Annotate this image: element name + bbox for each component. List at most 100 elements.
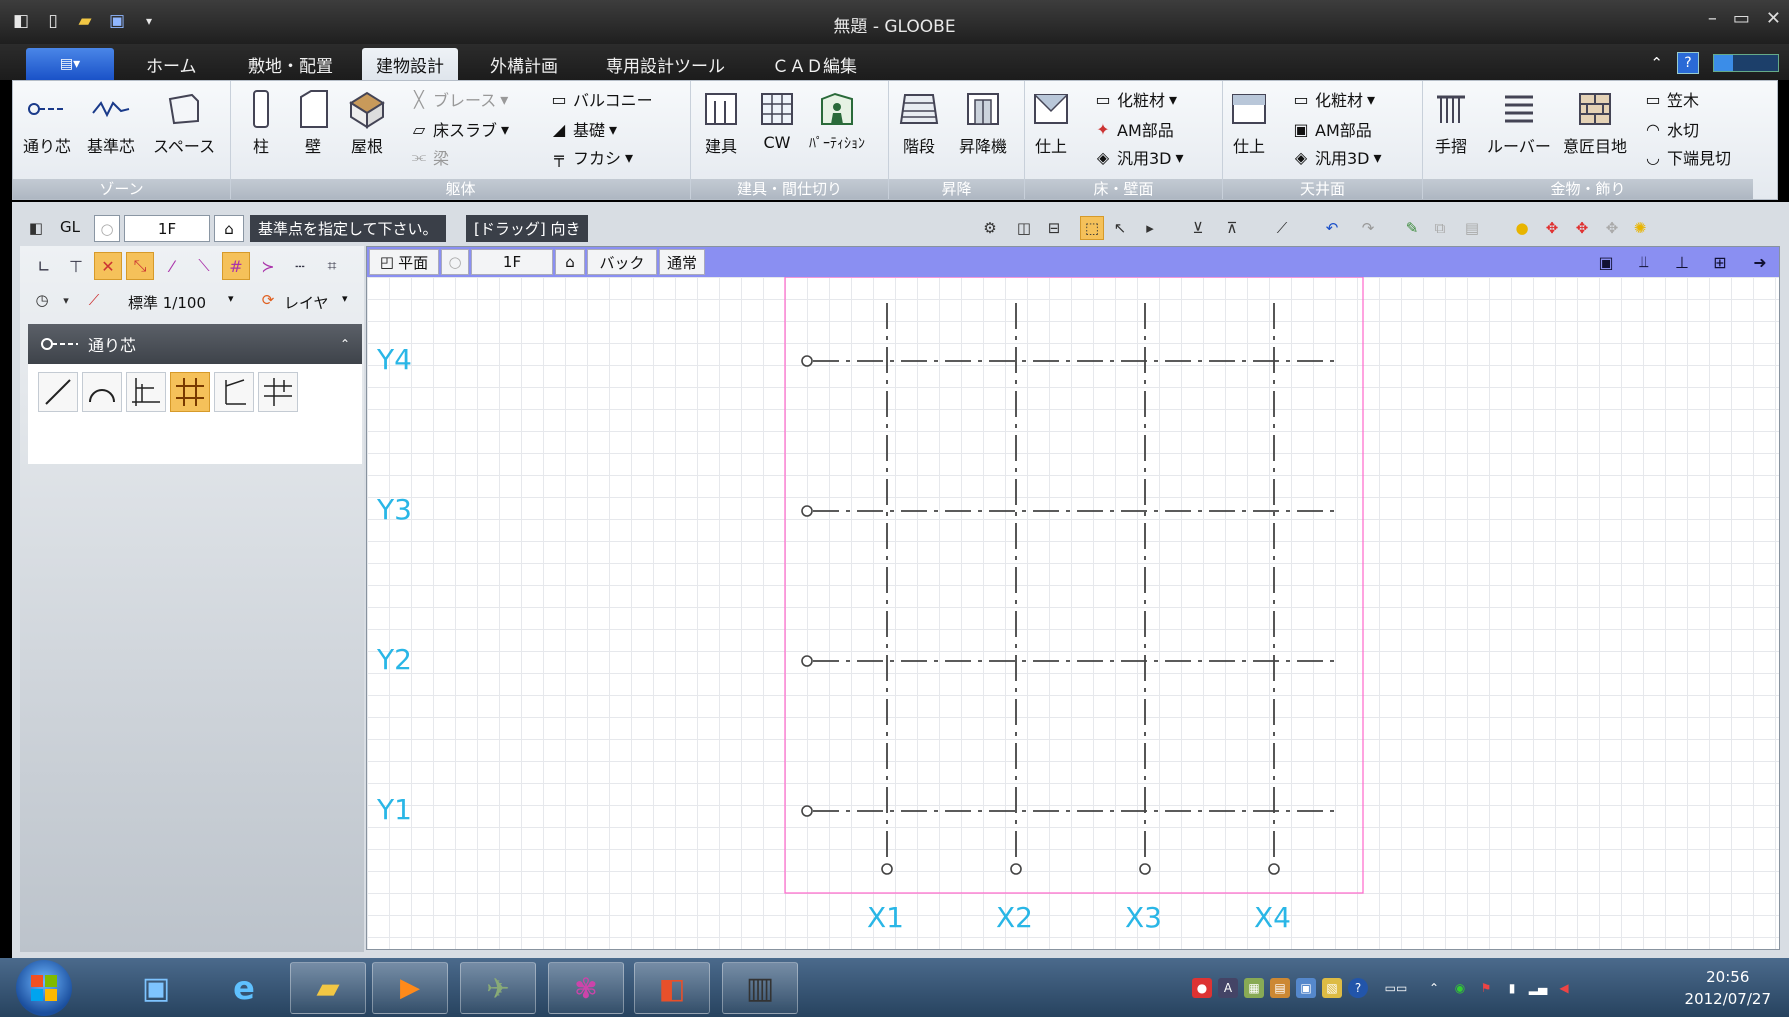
undo-icon[interactable]: ↶	[1320, 216, 1344, 240]
scale-dropdown-icon[interactable]: ▾	[228, 292, 234, 305]
render-icon[interactable]: ⚙	[978, 216, 1002, 240]
taskbar-app-2[interactable]: ✾	[548, 962, 624, 1014]
settings-icon[interactable]: ✺	[1628, 216, 1652, 240]
bottom-edge-trim-button[interactable]: ◡ 下端見切	[1643, 145, 1731, 169]
grid-settings-icon[interactable]: ⌗	[318, 252, 346, 280]
corner-snap-icon[interactable]: ∟	[30, 252, 58, 280]
arrow-snap-icon[interactable]: ≻	[254, 252, 282, 280]
paste-icon[interactable]: ▤	[1460, 216, 1484, 240]
design-joint-button[interactable]: 意匠目地	[1563, 89, 1627, 157]
column-button[interactable]: 柱	[241, 89, 281, 157]
taskbar-ie[interactable]: e	[206, 962, 282, 1014]
redo-icon[interactable]: ↷	[1356, 216, 1380, 240]
intersection-snap-icon[interactable]: ✕	[94, 252, 122, 280]
offset-line-icon[interactable]	[214, 372, 254, 412]
maximize-button[interactable]: ▭	[1733, 8, 1750, 29]
tray-app-icon[interactable]: ▧	[1322, 978, 1342, 998]
collapse-ribbon-icon[interactable]: ⌃	[1650, 54, 1663, 72]
scale-select[interactable]: 標準 1/100	[128, 292, 206, 313]
extend-snap-icon[interactable]: ┄	[286, 252, 314, 280]
tray-network-app-icon[interactable]: ◉	[1450, 978, 1470, 998]
fukashi-button[interactable]: ╤ フカシ ▾	[549, 145, 633, 169]
tab-cad-edit[interactable]: ＣＡＤ編集	[758, 48, 871, 80]
reference-line-button[interactable]: 基準芯	[87, 89, 135, 157]
collapse-icon[interactable]: ⌃	[340, 337, 350, 351]
view-front-icon[interactable]: ⫫	[1633, 251, 1655, 273]
brace-button[interactable]: ╳ ブレース ▾	[409, 87, 508, 111]
ceiling-trim-button[interactable]: ▭ 化粧材 ▾	[1291, 87, 1375, 111]
drawing-canvas[interactable]: Y4 Y3 Y2 Y1 X1 X2 X3 X4	[367, 277, 1779, 949]
grid-snap-icon[interactable]: #	[222, 252, 250, 280]
diagonal-snap-icon[interactable]: ⟍	[190, 252, 218, 280]
dropdown-arrow-icon[interactable]: ▾	[54, 288, 78, 312]
move-icon[interactable]: ✥	[1540, 216, 1564, 240]
view-section-icon[interactable]: ⊞	[1709, 251, 1731, 273]
normal-mode-button[interactable]: 通常	[659, 249, 705, 275]
pan-icon[interactable]: ✥	[1600, 216, 1624, 240]
close-button[interactable]: ✕	[1766, 8, 1781, 29]
taskbar-app-1[interactable]: ✈	[460, 962, 536, 1014]
floor-slab-button[interactable]: ▱ 床スラブ ▾	[409, 117, 509, 141]
roof-button[interactable]: 屋根	[347, 89, 387, 157]
view-floor-select[interactable]: 1F	[471, 249, 553, 275]
perpendicular-icon[interactable]: ⊤	[62, 252, 90, 280]
taskbar-folder[interactable]: ▰	[290, 962, 366, 1014]
tray-app-icon[interactable]: ▤	[1270, 978, 1290, 998]
copy-icon[interactable]: ⧉	[1428, 216, 1452, 240]
language-bar-icon[interactable]: ▭▭	[1374, 978, 1418, 998]
handrail-button[interactable]: 手摺	[1431, 89, 1471, 157]
layer-filter-icon[interactable]: ⊼	[1220, 216, 1244, 240]
back-mode-button[interactable]: バック	[587, 249, 657, 275]
straight-line-icon[interactable]	[38, 372, 78, 412]
tab-exterior-plan[interactable]: 外構計画	[476, 48, 572, 80]
tray-app-icon[interactable]: A	[1218, 978, 1238, 998]
clock[interactable]: 20:56 2012/07/27	[1685, 966, 1771, 1010]
coping-button[interactable]: ▭ 笠木	[1643, 87, 1699, 111]
tray-app-icon[interactable]: ●	[1192, 978, 1212, 998]
layer-dropdown-icon[interactable]: ▾	[342, 292, 348, 305]
elevator-button[interactable]: 昇降機	[959, 89, 1007, 157]
tab-plan-view[interactable]: ◰ 平面	[369, 249, 439, 275]
clock-icon[interactable]: ◷	[30, 288, 54, 312]
panel-toggle-icon[interactable]: ◧	[24, 216, 48, 240]
ceiling-generic-3d-button[interactable]: ◈ 汎用3D ▾	[1291, 145, 1382, 169]
stairs-button[interactable]: 階段	[899, 89, 939, 157]
floor-am-parts-button[interactable]: ✦ AM部品	[1093, 117, 1173, 141]
lightbulb-icon[interactable]: ●	[1510, 216, 1534, 240]
dimension-grid-icon[interactable]	[258, 372, 298, 412]
view-floor-up-button[interactable]: ⌂	[555, 249, 585, 275]
nearest-snap-icon[interactable]: ⤡	[126, 252, 154, 280]
pointer-icon[interactable]: ↖	[1108, 216, 1132, 240]
tab-building-design[interactable]: 建物設計	[362, 48, 458, 80]
grid-array-icon[interactable]	[170, 372, 210, 412]
floor-generic-3d-button[interactable]: ◈ 汎用3D ▾	[1093, 145, 1184, 169]
action-center-icon[interactable]: ⚑	[1476, 978, 1496, 998]
volume-icon[interactable]: ◀	[1554, 978, 1574, 998]
partition-button[interactable]: ﾊﾟｰﾃｨｼｮﾝ	[809, 89, 865, 153]
rotate-icon[interactable]: ✥	[1570, 216, 1594, 240]
floor-down-button[interactable]: ○	[94, 215, 120, 242]
view-floor-down-button[interactable]: ○	[441, 249, 469, 275]
application-menu-button[interactable]: ▤▾	[26, 48, 114, 80]
start-button[interactable]	[16, 960, 72, 1016]
filter-icon[interactable]: ⊻	[1186, 216, 1210, 240]
taskbar-media[interactable]: ▶	[372, 962, 448, 1014]
taskbar-gloobe[interactable]: ▥	[722, 962, 798, 1014]
tray-app-icon[interactable]: ▦	[1244, 978, 1264, 998]
help-icon[interactable]: ?	[1348, 978, 1368, 998]
balcony-button[interactable]: ▭ バルコニー	[549, 87, 652, 111]
tab-site-layout[interactable]: 敷地・配置	[234, 48, 347, 80]
measure-icon[interactable]: ⟋	[1270, 216, 1294, 240]
floor-up-button[interactable]: ⌂	[214, 215, 244, 242]
select-icon[interactable]: ⬚	[1080, 216, 1104, 240]
minimize-button[interactable]: –	[1708, 8, 1717, 29]
arc-icon[interactable]	[82, 372, 122, 412]
flashing-button[interactable]: ◠ 水切	[1643, 117, 1699, 141]
taskbar-explorer[interactable]: ▣	[118, 962, 194, 1014]
snap-icon[interactable]: ▸	[1138, 216, 1162, 240]
louver-button[interactable]: ルーバー	[1487, 89, 1551, 157]
floor-select[interactable]: 1F	[124, 215, 210, 242]
power-icon[interactable]: ▮	[1502, 978, 1522, 998]
foundation-button[interactable]: ◢ 基礎 ▾	[549, 117, 617, 141]
view-side-icon[interactable]: ⊥	[1671, 251, 1693, 273]
